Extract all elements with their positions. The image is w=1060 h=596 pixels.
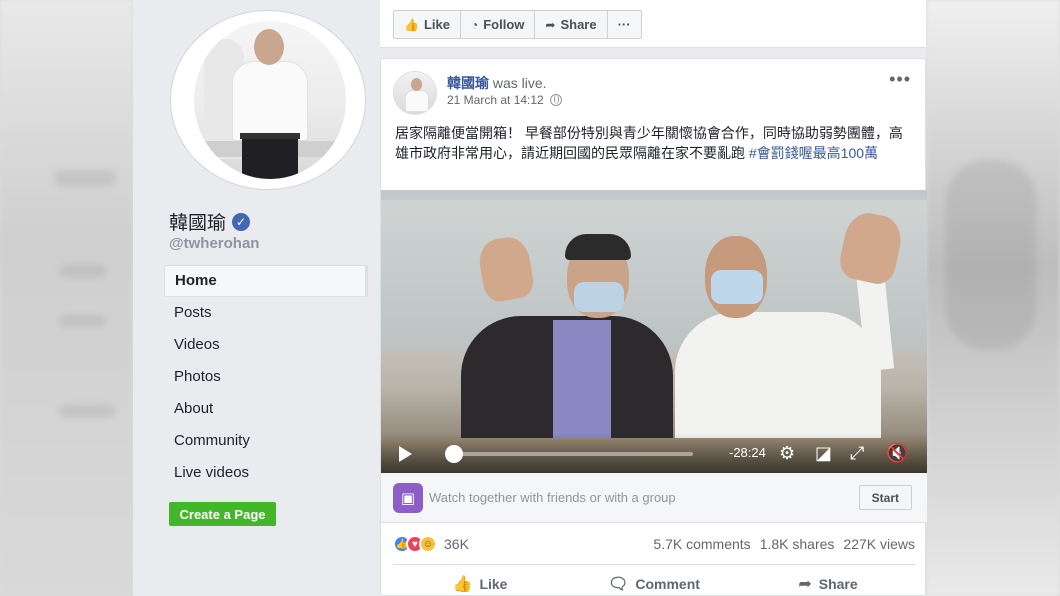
page-action-bar: 👍 Like ◔ Follow ➦ Share ··· [380, 0, 926, 48]
post-author-avatar[interactable] [393, 71, 437, 115]
blurred-text [60, 405, 115, 417]
main-column: 👍 Like ◔ Follow ➦ Share ··· 韓國瑜 was live… [380, 0, 927, 596]
like-page-button[interactable]: 👍 Like [394, 11, 461, 38]
time-remaining: -28:24 [729, 445, 766, 460]
views-count: 227K views [843, 536, 915, 552]
thumbs-up-outline-icon: 👍 [452, 575, 473, 593]
post-like-button[interactable]: 👍 Like [393, 565, 567, 596]
profile-photo [194, 21, 346, 179]
share-arrow-icon: ➦ [545, 17, 556, 32]
like-page-label: Like [423, 17, 450, 32]
watch-party-bar: ▣ Watch together with friends or with a … [381, 473, 927, 523]
reactions-summary[interactable]: 👍 ♥ ☺ 36K [393, 535, 469, 553]
nav-item-live-videos[interactable]: Live videos [164, 457, 368, 489]
post-author-link[interactable]: 韓國瑜 [447, 75, 489, 91]
page-name[interactable]: 韓國瑜 ✓ [169, 208, 251, 235]
scrubber-handle[interactable] [445, 445, 463, 463]
watch-party-text: Watch together with friends or with a gr… [429, 490, 676, 505]
settings-gear-icon[interactable]: ⚙ [779, 443, 795, 463]
blurred-text [55, 170, 115, 186]
create-page-button[interactable]: Create a Page [169, 502, 276, 526]
post-header: 韓國瑜 was live. [447, 73, 547, 93]
engagement-counts: 5.7K comments 1.8K shares 227K views [653, 536, 915, 552]
post-meta: 21 March at 14:12 [447, 93, 562, 107]
nav-item-videos[interactable]: Videos [164, 329, 368, 361]
page-handle[interactable]: @twherohan [169, 235, 259, 252]
picture-in-picture-icon[interactable]: ◪ [815, 443, 832, 463]
page-name-text[interactable]: 韓國瑜 [169, 208, 226, 235]
page-sidebar: 韓國瑜 ✓ @twherohan Home Posts Videos Photo… [133, 0, 380, 596]
watch-party-start-button[interactable]: Start [858, 485, 912, 510]
post-status: was live. [492, 75, 547, 91]
post-like-label: Like [479, 575, 508, 592]
blurred-background-left [0, 0, 133, 596]
thumbs-up-icon: 👍 [404, 17, 419, 32]
share-page-label: Share [560, 17, 597, 32]
post-actions: 👍 Like 🗨 Comment ➦ Share [393, 564, 915, 596]
share-page-button[interactable]: ➦ Share [535, 11, 608, 38]
video-scrubber[interactable] [447, 452, 693, 456]
follow-button[interactable]: ◔ Follow [461, 11, 536, 38]
globe-icon[interactable] [549, 94, 562, 106]
blurred-background-right [926, 0, 1060, 596]
blurred-figure [946, 160, 1036, 350]
haha-reaction-icon: ☺ [419, 535, 437, 553]
follow-label: Follow [483, 17, 525, 32]
post-share-button[interactable]: ➦ Share [741, 565, 915, 596]
profile-picture[interactable] [170, 10, 366, 190]
comments-count[interactable]: 5.7K comments [653, 536, 750, 552]
verified-badge-icon: ✓ [232, 212, 251, 231]
play-icon[interactable] [399, 446, 412, 462]
nav-item-posts[interactable]: Posts [164, 297, 368, 329]
nav-item-about[interactable]: About [164, 393, 368, 425]
blurred-text [60, 315, 105, 327]
post-card: 韓國瑜 was live. 21 March at 14:12 ••• 居家隔離… [380, 58, 927, 596]
page-nav: Home Posts Videos Photos About Community… [164, 265, 368, 489]
post-hashtag[interactable]: #會罰錢喔最高100萬 [749, 145, 878, 161]
fullscreen-icon[interactable]: ⤢ [850, 443, 864, 463]
nav-item-photos[interactable]: Photos [164, 361, 368, 393]
volume-muted-icon[interactable]: 🔇 [886, 443, 908, 463]
reactions-count[interactable]: 36K [444, 536, 469, 552]
post-stats: 👍 ♥ ☺ 36K 5.7K comments 1.8K shares 227K… [393, 529, 915, 559]
more-options-button[interactable]: ··· [608, 11, 641, 38]
post-comment-label: Comment [635, 575, 700, 592]
nav-item-community[interactable]: Community [164, 425, 368, 457]
post-comment-button[interactable]: 🗨 Comment [567, 565, 741, 596]
post-share-label: Share [818, 575, 858, 592]
watch-party-icon: ▣ [393, 483, 423, 513]
rss-icon: ◔ [470, 17, 479, 32]
shares-count[interactable]: 1.8K shares [760, 536, 835, 552]
post-timestamp[interactable]: 21 March at 14:12 [447, 93, 544, 107]
post-text: 居家隔離便當開箱！ 早餐部份特別與青少年關懷協會合作，同時協助弱勢團體，高雄市政… [395, 123, 915, 163]
video-player[interactable]: -28:24 ⚙ ◪ ⤢ 🔇 [381, 190, 927, 473]
blurred-text [60, 265, 105, 277]
page-action-group: 👍 Like ◔ Follow ➦ Share ··· [393, 10, 642, 39]
share-arrow-icon: ➦ [798, 575, 812, 593]
video-controls: -28:24 ⚙ ◪ ⤢ 🔇 [381, 433, 927, 473]
comment-bubble-icon: 🗨 [608, 575, 629, 593]
post-more-button[interactable]: ••• [889, 69, 911, 90]
nav-item-home[interactable]: Home [164, 265, 368, 297]
